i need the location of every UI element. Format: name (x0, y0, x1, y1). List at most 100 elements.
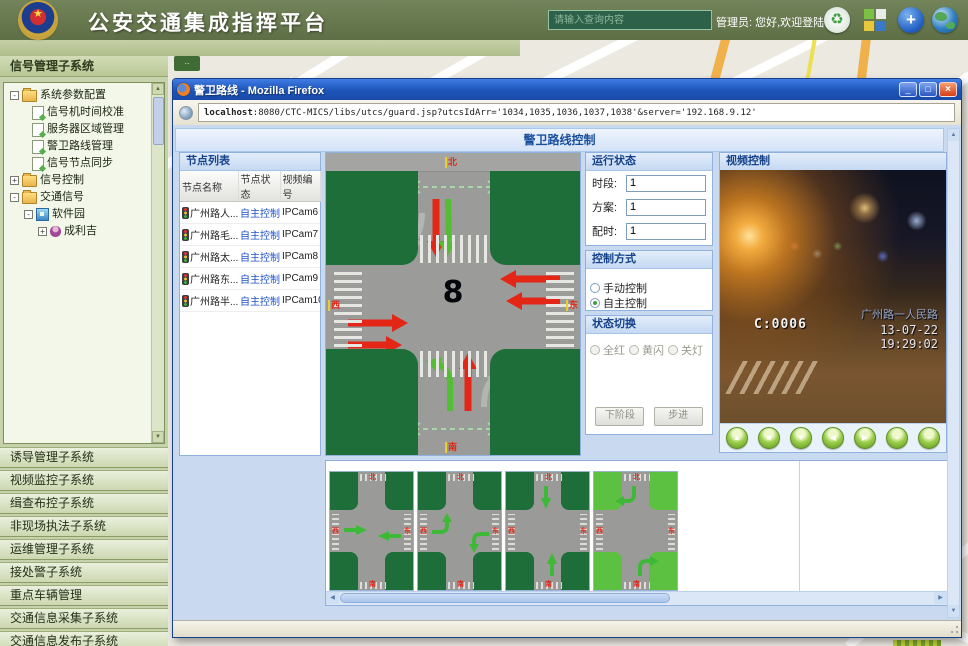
tree-item-time-calibration[interactable]: 信号机时间校准 (6, 104, 162, 121)
video-feed: C:0006 广州路一人民路 13-07-22 19:29:02 (720, 170, 946, 424)
expand-icon[interactable]: + (38, 227, 47, 236)
search-input[interactable] (548, 10, 712, 30)
node-row[interactable]: 广州路太... 自主控制IPCam8 (180, 246, 320, 268)
tree-item-guard-route[interactable]: 警卫路线管理 (6, 138, 162, 155)
sidebar-item-guidance[interactable]: 诱导管理子系统 (0, 447, 168, 468)
phase-countdown: 8 (326, 275, 580, 310)
minimize-button[interactable]: _ (899, 82, 917, 97)
scroll-down-icon[interactable]: ▼ (948, 605, 959, 617)
collapse-icon[interactable]: - (24, 210, 33, 219)
thumbs-horizontal-scrollbar[interactable]: ◀ ▶ (326, 591, 947, 605)
sidebar-item-traffic-release[interactable]: 交通信息发布子系统 (0, 631, 168, 646)
map-control-box[interactable]: .. (174, 56, 200, 71)
sidebar-item-traffic-collection[interactable]: 交通信息采集子系统 (0, 608, 168, 629)
folder-icon (22, 192, 37, 204)
tree-item-chengliji[interactable]: + 成利吉 (6, 223, 162, 240)
step-button[interactable]: 步进 (654, 407, 703, 426)
sidebar-item-operations[interactable]: 运维管理子系统 (0, 539, 168, 560)
node-row[interactable]: 广州路人... 自主控制IPCam6 (180, 202, 320, 224)
radio-icon[interactable] (590, 345, 600, 355)
sidebar-item-key-vehicles[interactable]: 重点车辆管理 (0, 585, 168, 606)
phase-arrows (330, 472, 415, 590)
ptz-zoom-in-button[interactable]: + (886, 427, 908, 449)
column-header-video[interactable]: 视频编号 (280, 171, 320, 202)
ptz-zoom-out-button[interactable]: − (918, 427, 940, 449)
scrollbar-thumb[interactable] (153, 97, 164, 145)
tree-item-system-params[interactable]: - 系统参数配置 (6, 87, 162, 104)
auto-control-radio[interactable]: 自主控制 (586, 295, 712, 310)
next-phase-button[interactable]: 下阶段 (595, 407, 644, 426)
browser-window: 警卫路线 - Mozilla Firefox _ □ × localhost:8… (172, 78, 962, 638)
period-input[interactable] (626, 175, 706, 192)
plan-input[interactable] (626, 199, 706, 216)
ptz-pan-up-button[interactable]: ▲ (726, 427, 748, 449)
tree-item-software-park[interactable]: - 软件园 (6, 206, 162, 223)
tree-item-node-sync[interactable]: 信号节点同步 (6, 155, 162, 172)
phase-thumb-3[interactable]: 北 西 东 南 (505, 471, 590, 591)
intersection-corner (490, 349, 581, 456)
column-header-status[interactable]: 节点状态 (238, 171, 280, 202)
expand-icon[interactable]: + (10, 176, 19, 185)
scrollbar-thumb[interactable] (340, 593, 670, 603)
crosswalk-south (420, 351, 488, 377)
column-header-name[interactable]: 节点名称 (180, 171, 238, 202)
close-button[interactable]: × (939, 82, 957, 97)
node-list-title: 节点列表 (180, 153, 320, 171)
ptz-stop-button[interactable]: ■ (758, 427, 780, 449)
timing-input[interactable] (626, 223, 706, 240)
page-title: 警卫路线控制 (175, 128, 944, 152)
yellow-flash-radio[interactable]: 黄闪 (629, 342, 664, 357)
ptz-pan-right-button[interactable]: ▶ (854, 427, 876, 449)
node-row[interactable]: 广州路东... 自主控制IPCam9 (180, 268, 320, 290)
crosswalk-north (420, 235, 488, 263)
node-row[interactable]: 广州路毛... 自主控制IPCam7 (180, 224, 320, 246)
traffic-light-icon (182, 273, 189, 285)
radio-icon[interactable] (590, 283, 600, 293)
sidebar-item-dispatch[interactable]: 接处警子系统 (0, 562, 168, 583)
tree-item-label: 信号机时间校准 (47, 104, 124, 121)
control-mode-title: 控制方式 (586, 251, 712, 269)
page-vertical-scrollbar[interactable]: ▲ ▼ (947, 128, 960, 618)
maximize-button[interactable]: □ (919, 82, 937, 97)
phase-thumb-2[interactable]: 北 西 东 南 (417, 471, 502, 591)
node-table: 节点名称 节点状态 视频编号 广州路人... 自主控制IPCam6 广州路毛..… (180, 171, 321, 312)
scroll-down-icon[interactable]: ▼ (152, 431, 164, 443)
camera-location-overlay: 广州路一人民路 (861, 307, 938, 323)
lights-off-radio[interactable]: 关灯 (668, 342, 703, 357)
scroll-up-icon[interactable]: ▲ (948, 129, 959, 141)
sidebar-item-offsite-enforcement[interactable]: 非现场执法子系统 (0, 516, 168, 537)
window-titlebar[interactable]: 警卫路线 - Mozilla Firefox _ □ × (173, 79, 961, 100)
tree-item-server-region[interactable]: 服务器区域管理 (6, 121, 162, 138)
radio-checked-icon[interactable] (590, 298, 600, 308)
tree-scrollbar[interactable]: ▲ ▼ (151, 83, 164, 443)
all-red-radio[interactable]: 全红 (588, 342, 625, 357)
ptz-pan-down-button[interactable]: ▼ (790, 427, 812, 449)
address-bar: localhost:8080/CTC-MICS/libs/utcs/guard.… (173, 100, 961, 126)
modules-grid-icon[interactable] (862, 7, 888, 33)
sidebar-item-video-surveillance[interactable]: 视频监控子系统 (0, 470, 168, 491)
ptz-pan-left-button[interactable]: ◀ (822, 427, 844, 449)
scroll-right-icon[interactable]: ▶ (934, 592, 947, 604)
scroll-up-icon[interactable]: ▲ (152, 83, 164, 95)
sidebar-title[interactable]: 信号管理子系统 (0, 56, 168, 77)
add-icon[interactable]: + (898, 7, 924, 33)
traffic-light-icon (182, 229, 189, 241)
sidebar-item-investigation[interactable]: 缉查布控子系统 (0, 493, 168, 514)
node-row[interactable]: 广州路半... 自主控制IPCam10 (180, 290, 320, 312)
radio-icon[interactable] (668, 345, 678, 355)
tree-item-traffic-signal[interactable]: - 交通信号 (6, 189, 162, 206)
scroll-left-icon[interactable]: ◀ (326, 592, 339, 604)
collapse-icon[interactable]: - (10, 91, 19, 100)
tree-item-label: 成利吉 (64, 223, 97, 240)
globe-icon[interactable] (932, 7, 958, 33)
radio-icon[interactable] (629, 345, 639, 355)
tree-item-signal-control[interactable]: + 信号控制 (6, 172, 162, 189)
url-input[interactable]: localhost:8080/CTC-MICS/libs/utcs/guard.… (198, 103, 955, 122)
refresh-icon[interactable]: ♻ (824, 7, 850, 33)
tree-item-label: 信号控制 (40, 172, 84, 189)
phase-thumb-4-active[interactable]: 北 西 东 南 (593, 471, 678, 591)
phase-thumb-1[interactable]: 北 西 东 南 (329, 471, 414, 591)
document-icon (32, 140, 44, 154)
manual-control-radio[interactable]: 手动控制 (586, 280, 712, 295)
collapse-icon[interactable]: - (10, 193, 19, 202)
